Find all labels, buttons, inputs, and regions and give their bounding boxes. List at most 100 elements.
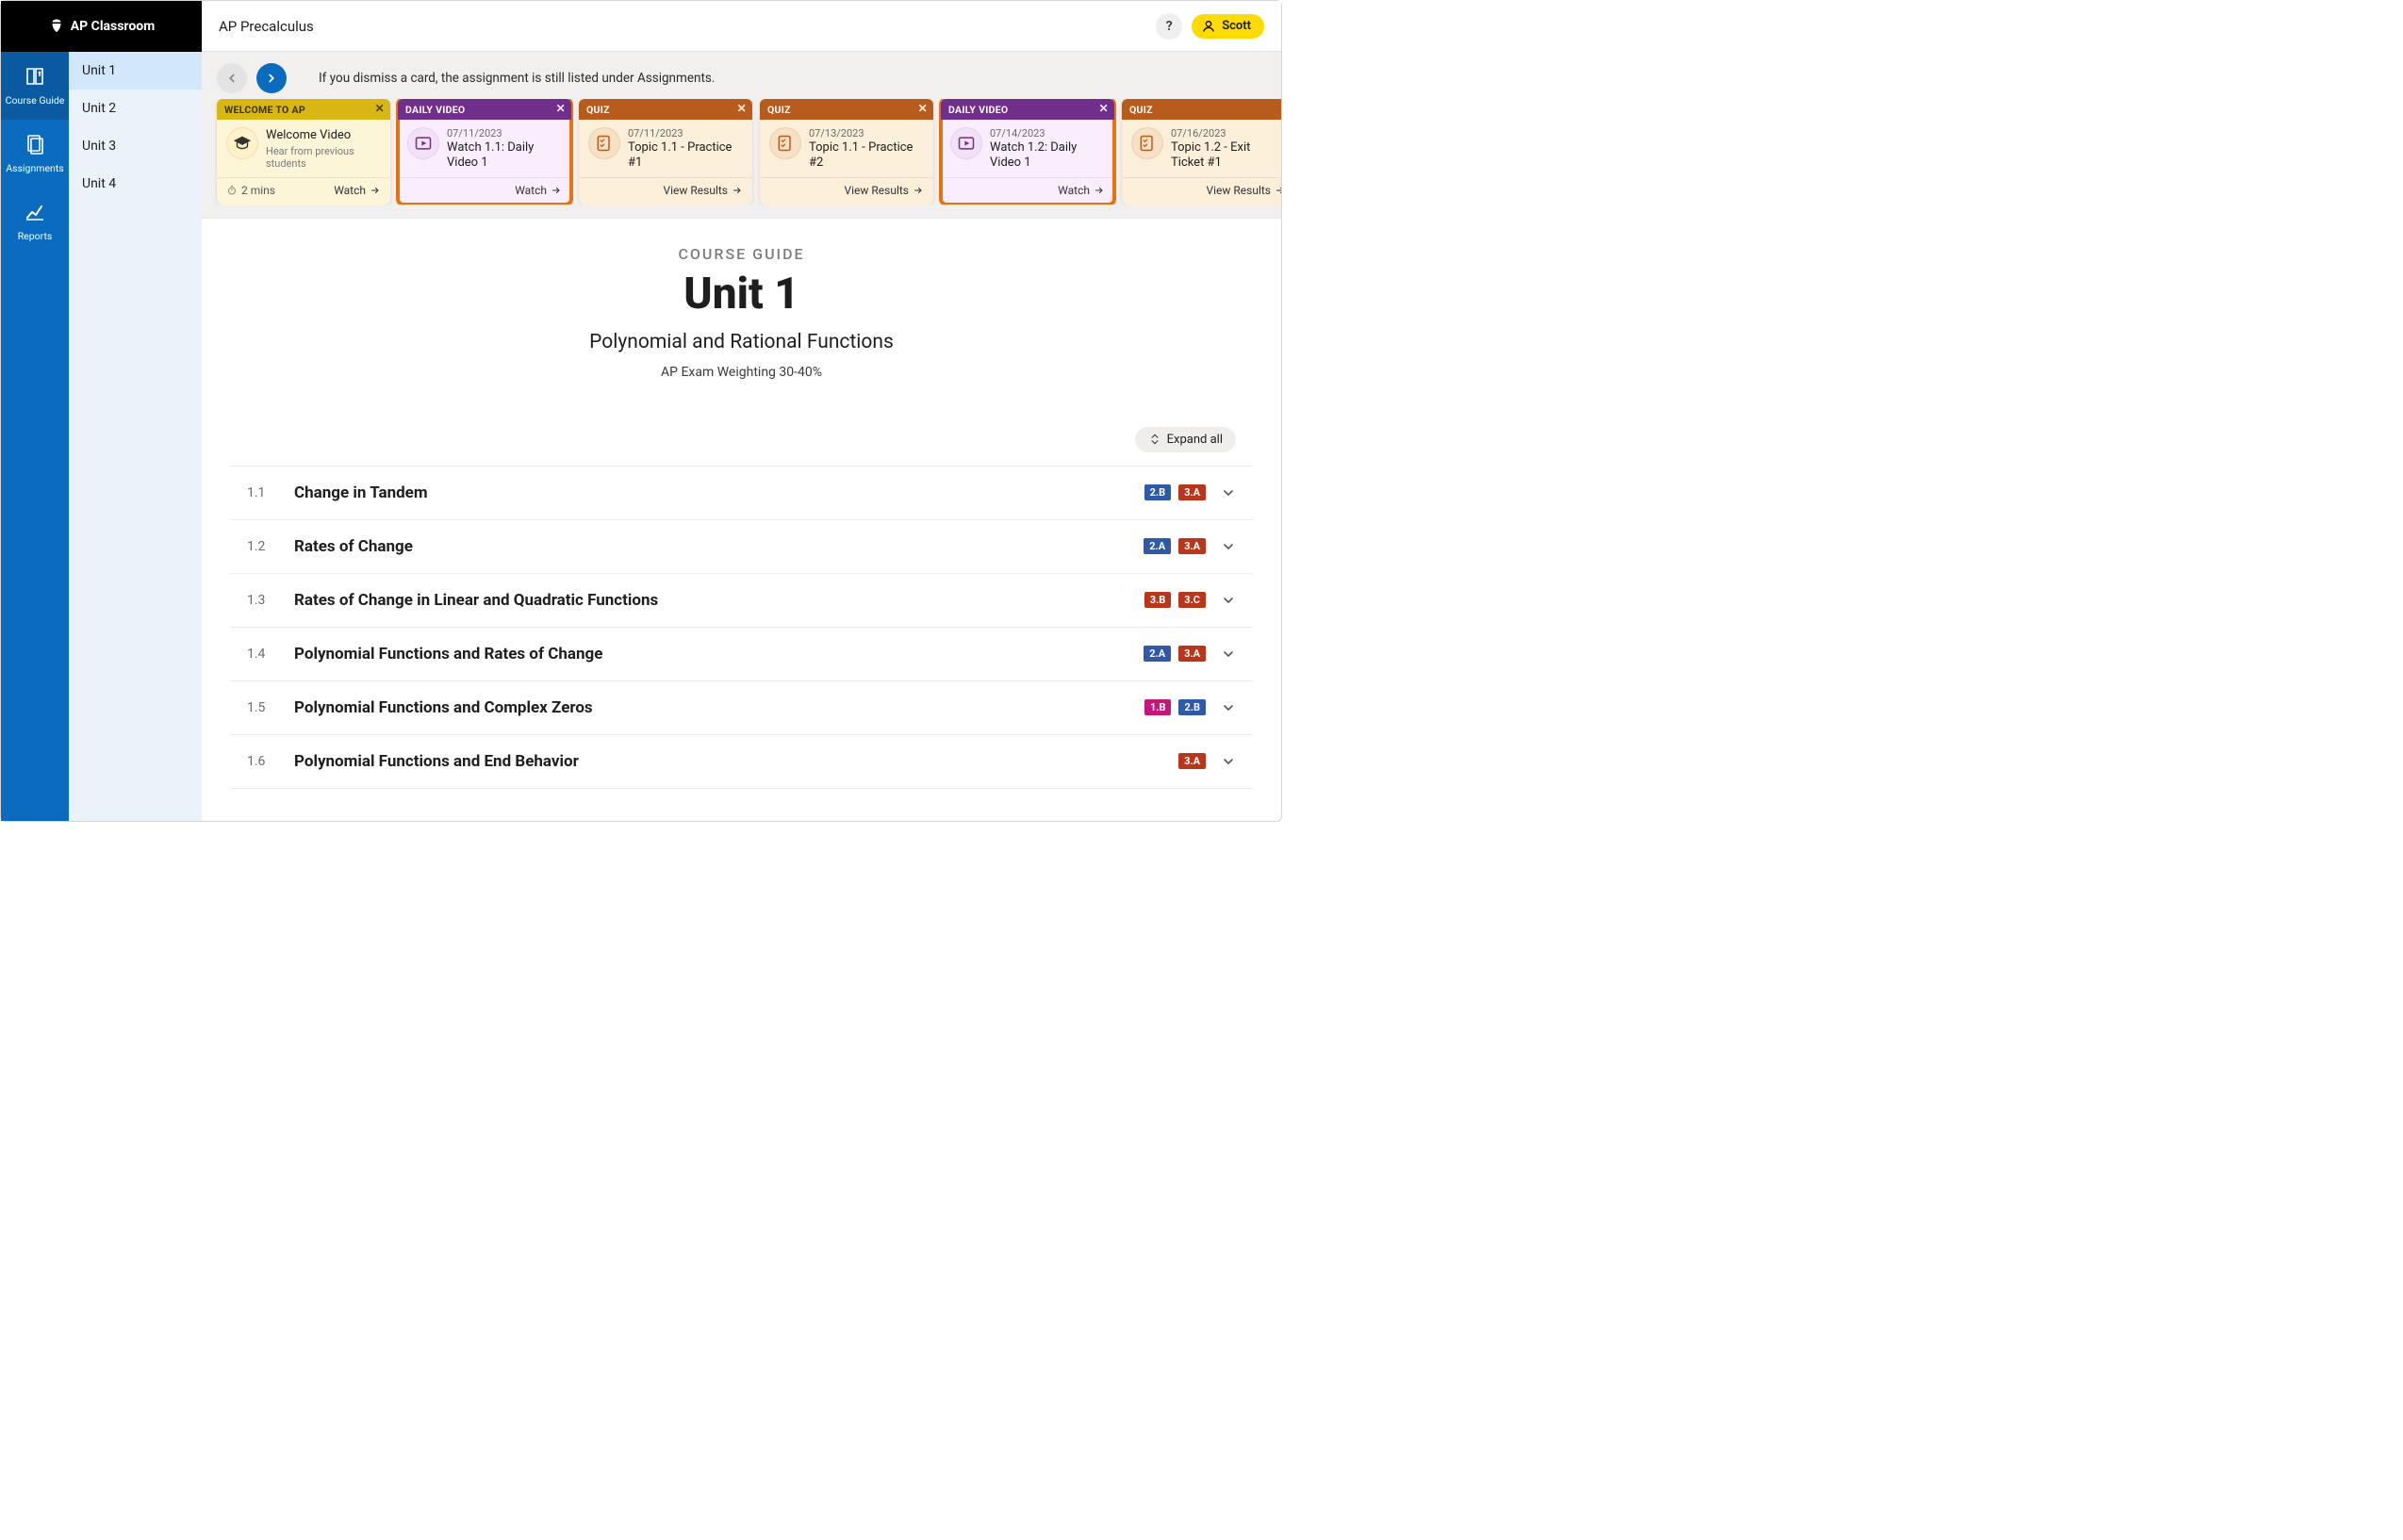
arrow-right-icon — [370, 185, 381, 196]
card-action-button[interactable]: View Results — [663, 184, 743, 197]
skill-tag: 3.A — [1178, 753, 1206, 769]
assignment-card[interactable]: DAILY VIDEO ✕ 07/14/2023 Watch 1.2: Dail… — [941, 99, 1114, 205]
chevron-down-icon — [1221, 647, 1236, 662]
card-body: 07/11/2023 Watch 1.1: Daily Video 1 — [398, 120, 571, 177]
card-action-button[interactable]: Watch — [515, 184, 562, 197]
card-date: 07/16/2023 — [1171, 127, 1281, 139]
topic-row[interactable]: 1.6 Polynomial Functions and End Behavio… — [230, 735, 1253, 789]
topic-tags: 2.B3.A — [1144, 484, 1206, 500]
checklist-icon — [595, 134, 614, 153]
arrow-right-icon — [551, 185, 562, 196]
card-subtitle: Hear from previous students — [266, 145, 381, 170]
card-type-label: DAILY VIDEO — [948, 104, 1008, 116]
skill-tag: 3.B — [1144, 592, 1172, 608]
unit-nav-item[interactable]: Unit 2 — [69, 90, 202, 127]
primary-nav-rail: AP Classroom Course GuideAssignmentsRepo… — [1, 1, 69, 821]
carousel-next-button[interactable] — [256, 63, 287, 93]
skill-tag: 3.C — [1178, 592, 1206, 608]
dismiss-card-button[interactable]: ✕ — [556, 102, 566, 115]
card-action-button[interactable]: Watch — [1058, 184, 1105, 197]
unit-nav-item[interactable]: Unit 3 — [69, 127, 202, 165]
skill-tag: 2.A — [1144, 538, 1171, 554]
topic-row[interactable]: 1.1 Change in Tandem 2.B3.A — [230, 466, 1253, 520]
arrow-right-icon — [1094, 185, 1105, 196]
assignment-card[interactable]: QUIZ ✕ 07/16/2023 Topic 1.2 - Exit Ticke… — [1122, 99, 1281, 205]
course-title: AP Precalculus — [219, 18, 314, 35]
chevron-down-icon — [1221, 754, 1236, 769]
card-title: Topic 1.1 - Practice #1 — [628, 140, 743, 172]
skill-tag: 2.A — [1144, 646, 1171, 662]
topic-title: Polynomial Functions and Complex Zeros — [294, 698, 1144, 717]
card-body: 07/14/2023 Watch 1.2: Daily Video 1 — [941, 120, 1114, 177]
card-action-button[interactable]: View Results — [844, 184, 924, 197]
rail-item-course-guide[interactable]: Course Guide — [1, 52, 69, 120]
card-action-button[interactable]: View Results — [1206, 184, 1281, 197]
checklist-icon — [1138, 134, 1157, 153]
chevron-right-icon — [265, 72, 278, 85]
assignment-card[interactable]: WELCOME TO AP ✕ Welcome Video Hear from … — [217, 99, 390, 205]
topic-title: Rates of Change in Linear and Quadratic … — [294, 591, 1144, 610]
rail-item-assignments[interactable]: Assignments — [1, 120, 69, 188]
topic-row[interactable]: 1.2 Rates of Change 2.A3.A — [230, 520, 1253, 574]
unit-nav-item[interactable]: Unit 1 — [69, 52, 202, 90]
user-name: Scott — [1222, 19, 1251, 33]
skill-tag: 3.A — [1178, 538, 1206, 554]
card-title: Welcome Video — [266, 128, 381, 143]
card-footer: Watch — [398, 177, 571, 205]
card-body: 07/13/2023 Topic 1.1 - Practice #2 — [760, 120, 933, 177]
expand-all-button[interactable]: Expand all — [1135, 427, 1236, 452]
card-type-label: WELCOME TO AP — [224, 104, 305, 116]
unit-weighting: AP Exam Weighting 30-40% — [202, 365, 1281, 380]
arrow-right-icon — [732, 185, 743, 196]
card-title: Topic 1.1 - Practice #2 — [809, 140, 924, 172]
carousel-hint: If you dismiss a card, the assignment is… — [319, 71, 715, 86]
card-type-label: QUIZ — [1129, 104, 1153, 116]
rail-item-label: Reports — [18, 230, 53, 242]
card-header: QUIZ ✕ — [1122, 99, 1281, 120]
topic-number: 1.5 — [247, 700, 294, 715]
assignments-icon — [24, 133, 46, 158]
course-header: COURSE GUIDE Unit 1 Polynomial and Ratio… — [202, 219, 1281, 389]
unit-title: Unit 1 — [202, 269, 1281, 319]
card-type-label: DAILY VIDEO — [405, 104, 465, 116]
assignment-card[interactable]: QUIZ ✕ 07/13/2023 Topic 1.1 - Practice #… — [760, 99, 933, 205]
assignment-carousel: If you dismiss a card, the assignment is… — [202, 52, 1281, 219]
card-date: 07/11/2023 — [447, 127, 562, 139]
unit-nav-item[interactable]: Unit 4 — [69, 165, 202, 203]
chevron-down-icon — [1221, 539, 1236, 554]
unit-subtitle: Polynomial and Rational Functions — [202, 331, 1281, 353]
rail-item-label: Assignments — [6, 162, 63, 174]
top-bar: AP Precalculus ? Scott — [202, 1, 1281, 52]
topic-number: 1.1 — [247, 485, 294, 500]
card-body: 07/11/2023 Topic 1.1 - Practice #1 — [579, 120, 752, 177]
card-type-icon — [1131, 127, 1163, 159]
dismiss-card-button[interactable]: ✕ — [918, 102, 928, 115]
user-menu[interactable]: Scott — [1192, 14, 1264, 39]
rail-item-label: Course Guide — [6, 94, 65, 106]
card-body: Welcome Video Hear from previous student… — [217, 120, 390, 177]
acorn-icon — [48, 18, 65, 35]
topic-title: Change in Tandem — [294, 483, 1144, 502]
play-video-icon — [414, 134, 433, 153]
topic-number: 1.3 — [247, 593, 294, 608]
dismiss-card-button[interactable]: ✕ — [1280, 102, 1281, 115]
card-action-button[interactable]: Watch — [334, 184, 381, 197]
card-type-icon — [769, 127, 801, 159]
card-footer: Watch — [941, 177, 1114, 205]
topic-row[interactable]: 1.3 Rates of Change in Linear and Quadra… — [230, 574, 1253, 628]
assignment-card[interactable]: QUIZ ✕ 07/11/2023 Topic 1.1 - Practice #… — [579, 99, 752, 205]
dismiss-card-button[interactable]: ✕ — [1099, 102, 1109, 115]
topic-tags: 1.B2.B — [1144, 699, 1206, 715]
chevron-down-icon — [1221, 700, 1236, 715]
topic-row[interactable]: 1.5 Polynomial Functions and Complex Zer… — [230, 681, 1253, 735]
rail-item-reports[interactable]: Reports — [1, 188, 69, 255]
dismiss-card-button[interactable]: ✕ — [737, 102, 747, 115]
assignment-card[interactable]: DAILY VIDEO ✕ 07/11/2023 Watch 1.1: Dail… — [398, 99, 571, 205]
carousel-prev-button[interactable] — [217, 63, 247, 93]
dismiss-card-button[interactable]: ✕ — [375, 102, 385, 115]
help-button[interactable]: ? — [1156, 13, 1182, 40]
topic-row[interactable]: 1.4 Polynomial Functions and Rates of Ch… — [230, 628, 1253, 681]
card-type-icon — [950, 127, 982, 159]
card-header: WELCOME TO AP ✕ — [217, 99, 390, 120]
topic-tags: 2.A 3.A — [1144, 538, 1206, 554]
